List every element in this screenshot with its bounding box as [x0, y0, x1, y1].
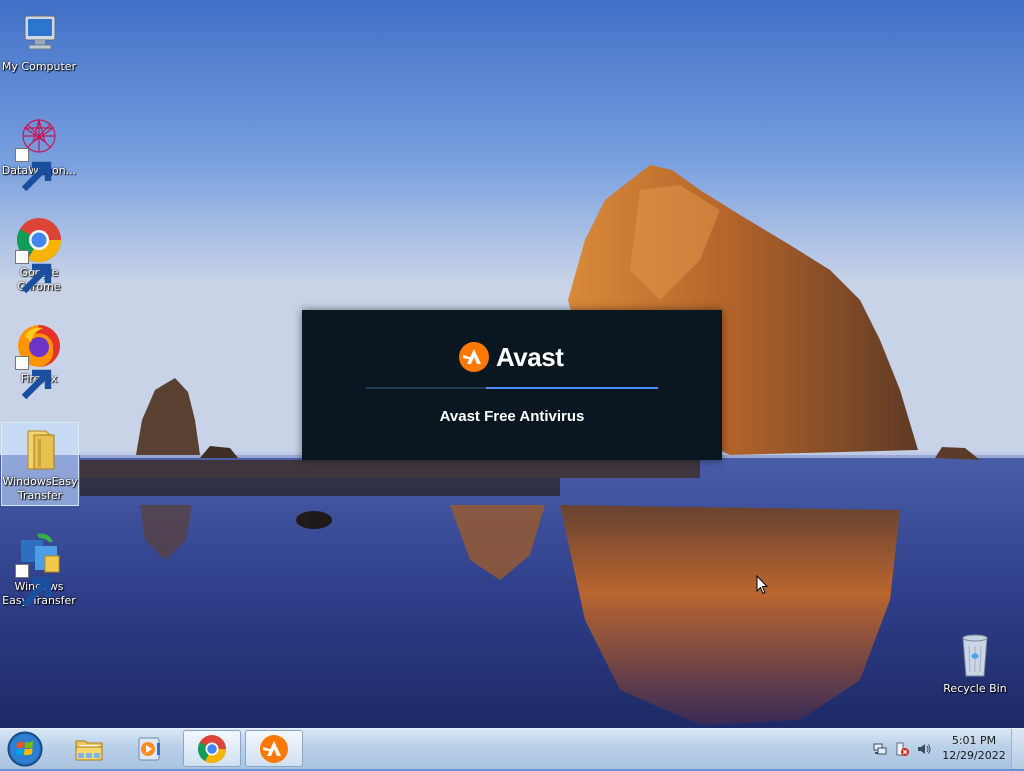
desktop-icon-recycle-bin[interactable]: Recycle Bin [936, 630, 1014, 696]
clock-time: 5:01 PM [951, 734, 997, 747]
shortcut-arrow-icon [15, 356, 52, 400]
system-tray: 5:01 PM 12/29/2022 [868, 729, 1024, 769]
media-player-icon [138, 737, 160, 760]
chrome-icon [198, 734, 226, 763]
desktop-icon-datawagon[interactable]: DataWagon... [0, 112, 78, 192]
desktop-icon-windows-easy-transfer[interactable]: Windows Easy Transfer [0, 528, 78, 608]
network-icon[interactable] [872, 741, 888, 757]
desktop-icon-label: My Computer [1, 60, 77, 73]
computer-icon [15, 10, 63, 58]
action-center-icon[interactable] [894, 741, 910, 757]
shortcut-arrow-icon [15, 250, 52, 294]
start-button[interactable] [4, 730, 46, 768]
desktop-icon-label: Recycle Bin [943, 682, 1007, 695]
avast-icon [260, 734, 288, 763]
avast-splash-window: Avast Avast Free Antivirus [302, 310, 722, 460]
shortcut-arrow-icon [15, 148, 52, 192]
firefox-icon [15, 322, 63, 400]
loading-progress-track [366, 387, 658, 389]
recycle-bin-icon [951, 632, 999, 680]
datawagon-icon [15, 114, 63, 192]
loading-progress-bar [486, 387, 658, 389]
mouse-cursor-icon [756, 575, 768, 595]
taskbar-avast-button[interactable] [245, 730, 303, 767]
clock-date: 12/29/2022 [942, 749, 1006, 762]
product-name: Avast Free Antivirus [439, 408, 585, 425]
avast-brand-name: Avast [496, 341, 564, 372]
chrome-icon [15, 216, 63, 294]
taskbar-chrome-button[interactable] [183, 730, 241, 767]
file-explorer-icon [75, 740, 103, 760]
shortcut-arrow-icon [15, 564, 52, 608]
desktop-icon-windowseasy-transfer-folder[interactable]: WindowsEasy Transfer [1, 422, 79, 506]
desktop-icon-my-computer[interactable]: My Computer [0, 8, 78, 74]
taskbar-media-player-button[interactable] [120, 730, 178, 767]
avast-logo: Avast [458, 340, 564, 374]
show-desktop-button[interactable] [1011, 729, 1024, 769]
windows-orb-icon [7, 731, 43, 767]
desktop-icon-firefox[interactable]: Firefox [0, 320, 78, 400]
easy-transfer-icon [15, 530, 63, 608]
desktop-icon-google-chrome[interactable]: Google Chrome [0, 214, 78, 294]
taskbar-file-explorer-button[interactable] [60, 730, 118, 767]
desktop-icon-label: WindowsEasy Transfer [2, 475, 78, 502]
folder-icon [16, 425, 64, 473]
taskbar-clock[interactable]: 5:01 PM 12/29/2022 [938, 733, 1010, 763]
avast-icon [459, 342, 489, 372]
volume-icon[interactable] [916, 741, 932, 757]
taskbar: 5:01 PM 12/29/2022 [0, 728, 1024, 769]
